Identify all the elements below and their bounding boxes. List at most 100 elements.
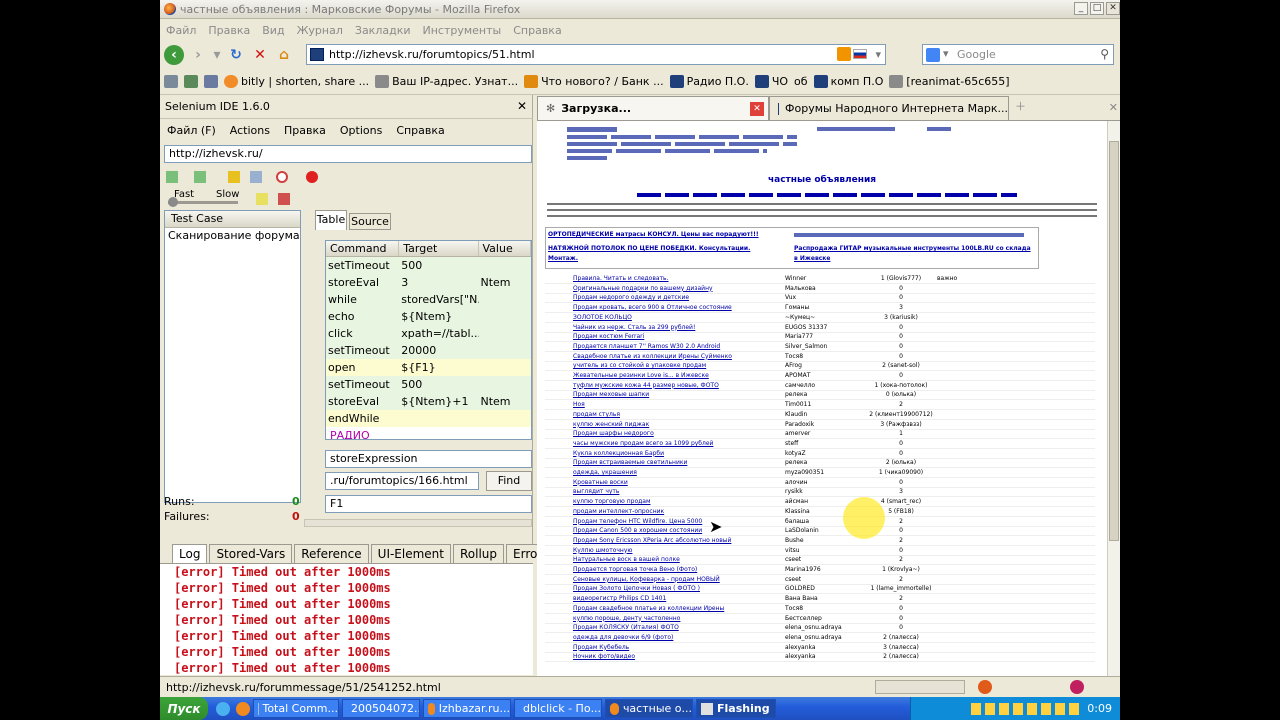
schedule-icon[interactable] [278,193,290,205]
page-scrollbar[interactable] [1107,121,1120,676]
value-field[interactable]: F1 [325,495,532,513]
menu-view[interactable]: Вид [262,24,284,37]
bookmark-icon-2[interactable] [184,75,198,88]
command-row[interactable]: open ${F1} [326,359,531,376]
topic-title[interactable]: Ночник фото/видео [545,652,785,661]
topic-row[interactable]: Продам недорого одежду и детские Vux 0 [545,293,1095,304]
topic-title[interactable]: Кроватные воски [545,478,785,487]
topic-row[interactable]: Ночник фото/видео alexyanka 2 (лалесса) [545,652,1095,663]
topic-row[interactable]: продам интеллект-опросник Klassina 5 (FB18… [545,507,1095,517]
command-row[interactable]: while storedVars["N... [326,291,531,308]
maximize-button[interactable]: □ [1090,2,1104,15]
ad-link-3[interactable] [794,233,1024,237]
task-folder[interactable]: 200504072... [342,699,420,718]
bookmark-whats-new[interactable]: Что нового? / Банк ... [524,75,664,88]
topic-title[interactable]: одежда, украшения [545,468,785,477]
topic-row[interactable]: Продам свадебное платье из коллекции Ире… [545,604,1095,614]
bookmark-ip[interactable]: Ваш IP-адрес. Узнат... [375,75,518,88]
forum-links-row[interactable] [637,193,1017,197]
topic-row[interactable]: ЗОЛОТОЕ КОЛЬЦО ~Кумец~ 3 (kariusik) [545,313,1095,323]
topic-row[interactable]: учитель из со стойкой в упаковке продам A… [545,361,1095,372]
tab-table[interactable]: Table [315,210,347,230]
topic-row[interactable]: выглядит чуть rysikk 3 [545,487,1095,498]
topic-row[interactable]: Продам Золото Цепочки Новая ( ФОТО ) GOLD… [545,584,1095,595]
topic-row[interactable]: Продам Canon 500 в хорошем состоянии LaSD… [545,526,1095,537]
topic-title[interactable]: Продам шарфы недорого [545,429,785,438]
command-row[interactable]: storeEval 3 Ntem [326,274,531,291]
topic-title[interactable]: Свадебное платье из коллекции Ирены Суйм… [545,352,785,361]
panel-splitter[interactable] [304,295,310,395]
topic-row[interactable]: продам стулья Klaudin 2 (клиент19900712) [545,410,1095,420]
firefox-quick-icon[interactable] [236,701,250,716]
menu-history[interactable]: Журнал [297,24,343,37]
topic-row[interactable]: кулпю торговую продам айсман 4 (smart_rec) [545,497,1095,508]
topic-title[interactable]: видеорегистр Philips CD 1401 [545,594,785,603]
tab-reference[interactable]: Reference [294,544,369,563]
topic-row[interactable]: Продам КОЛЯСКУ (Италия) ФОТО elena_osnu.a… [545,623,1095,634]
topic-title[interactable]: Продам свадебное платье из коллекции Ире… [545,604,785,613]
topic-title[interactable]: Продам Sony Ericsson XPeria Arc абсолютн… [545,536,785,545]
rss-icon[interactable] [837,47,851,61]
topic-row[interactable]: одежда, украшения myza090351 1 (чика09090) [545,468,1095,478]
topic-row[interactable]: Продается планшет 7'' Ramos W30 2.0 Andr… [545,342,1095,352]
minimize-button[interactable]: _ [1074,2,1088,15]
topic-row[interactable]: Продам шарфы недорого amerver 1 [545,429,1095,440]
topic-row[interactable]: Продам встраиваемые светильники релека 2 (… [545,458,1095,469]
topic-row[interactable]: кулпю пороше, денту частоленно Бестселлер… [545,614,1095,624]
sel-menu-options[interactable]: Options [340,124,382,137]
topic-row[interactable]: видеорегистр Philips CD 1401 Вана Вана 2 [545,594,1095,605]
topic-title[interactable]: продам интеллект-опросник [545,507,785,516]
scrollbar-thumb[interactable] [1109,141,1119,541]
history-dropdown-icon[interactable]: ▾ [212,45,222,65]
topic-row[interactable]: Жевательные резинки Love is... в Ижевске… [545,371,1095,381]
topic-title[interactable]: Продам КОЛЯСКУ (Италия) ФОТО [545,623,785,632]
topic-row[interactable]: Продам Кубебель alexyanka 3 (лалесса) [545,643,1095,653]
close-button[interactable]: ✕ [1106,2,1120,15]
topic-title[interactable]: Правила. Читать и следовать. [545,274,785,283]
test-case-item[interactable]: Сканирование форума 2... [165,228,300,244]
play-suite-icon[interactable] [166,171,178,183]
topic-title[interactable]: Продам кровать, всего 900 в Отличное сос… [545,303,785,312]
highlight-icon[interactable] [256,193,268,205]
search-box[interactable]: ▾ Google ⚲ [922,44,1114,65]
topic-row[interactable]: Оригинальные подарки по вашему дизайну Ма… [545,284,1095,294]
topic-title[interactable]: ЗОЛОТОЕ КОЛЬЦО [545,313,785,322]
find-button[interactable]: Find [486,471,532,491]
tab-forums[interactable]: Форумы Народного Интернета Марк... [769,96,1009,120]
topic-title[interactable]: Продам Кубебель [545,643,785,652]
topic-row[interactable]: часы мужские продам всего за 1099 рублей… [545,439,1095,449]
topic-row[interactable]: Продам кровать, всего 900 в Отличное сос… [545,303,1095,314]
topic-title[interactable]: выглядит чуть [545,487,785,496]
menu-file[interactable]: Файл [166,24,196,37]
topic-row[interactable]: Кулпю шмоточную vitsu 0 [545,546,1095,556]
topic-title[interactable]: Жевательные резинки Love is... в Ижевске [545,371,785,380]
bookmark-reanimat[interactable]: [reanimat-65c655] [889,75,1010,88]
record-icon[interactable] [306,171,318,183]
topic-title[interactable]: Кукла коллекционная Барби [545,449,785,458]
bookmark-ob[interactable]: об [794,75,808,88]
step-icon[interactable] [250,171,262,183]
stop-button[interactable]: ✕ [250,45,270,65]
search-engine-dropdown-icon[interactable]: ▾ [943,47,949,60]
base-url-field[interactable]: http://izhevsk.ru/ [164,145,532,163]
tab-rollup[interactable]: Rollup [453,544,505,563]
sel-menu-actions[interactable]: Actions [230,124,270,137]
ad-link-4[interactable]: Распродажа ГИТАР музыкальные инструменты… [794,244,1034,264]
addon-icon[interactable] [1070,680,1084,694]
topic-title[interactable]: часы мужские продам всего за 1099 рублей [545,439,785,448]
topic-title[interactable]: Продам Canon 500 в хорошем состоянии [545,526,785,535]
topic-title[interactable]: учитель из со стойкой в упаковке продам [545,361,785,370]
speed-slider-handle[interactable] [168,197,178,207]
tab-stored-vars[interactable]: Stored-Vars [209,544,293,563]
google-icon[interactable] [926,48,940,62]
sel-menu-edit[interactable]: Правка [284,124,326,137]
topic-row[interactable]: Продается торговая точка Вено (Фото) Mari… [545,565,1095,575]
ie-icon[interactable] [216,701,230,716]
ad-link-1[interactable]: ОРТОПЕДИЧЕСКИЕ матрасы КОНСУЛ. Цены вас … [548,230,778,240]
sel-menu-file[interactable]: Файл (F) [167,124,216,137]
topic-title[interactable]: кулпю торговую продам [545,497,785,506]
back-button[interactable]: ‹ [164,45,184,65]
rollup-icon[interactable] [276,171,288,183]
topic-row[interactable]: Свадебное платье из коллекции Ирены Суйм… [545,352,1095,362]
bookmark-icon-1[interactable] [164,75,178,88]
